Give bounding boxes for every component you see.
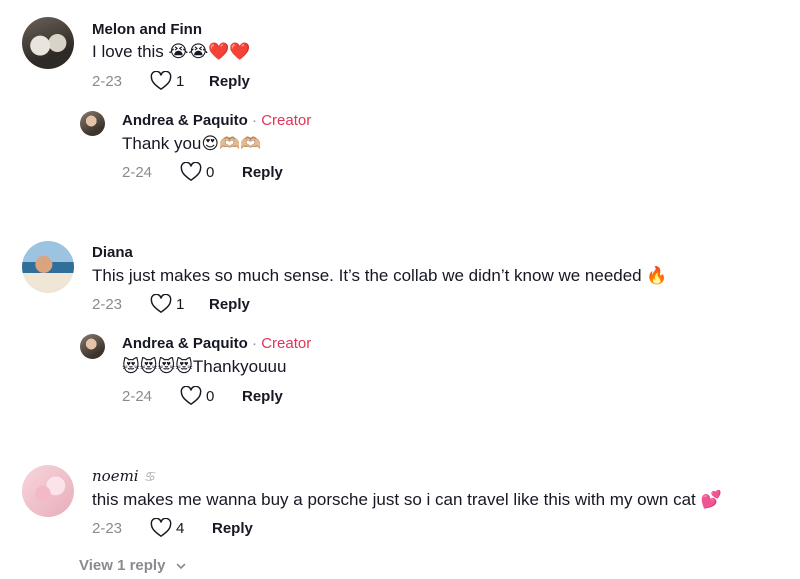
reply-author-name[interactable]: Andrea & Paquito xyxy=(122,112,248,129)
comment-date: 2-23 xyxy=(92,520,123,537)
comment-date: 2-23 xyxy=(92,296,123,313)
heart-outline-icon[interactable] xyxy=(180,386,202,406)
heart-outline-icon[interactable] xyxy=(150,518,172,538)
reply-text: 😻😻😻😻Thankyouuu xyxy=(122,357,287,376)
like-count: 0 xyxy=(206,388,215,405)
comment-author[interactable]: noemi ♋︎ xyxy=(92,467,155,485)
reply-author[interactable]: Andrea & Paquito · Creator xyxy=(122,112,311,129)
creator-badge: Creator xyxy=(261,112,312,129)
view-replies-label[interactable]: View 1 reply xyxy=(79,557,165,574)
reply-date: 2-24 xyxy=(122,388,153,405)
zodiac-symbol: ♋︎ xyxy=(143,470,156,485)
reply-date: 2-24 xyxy=(122,164,153,181)
reply-text: Thank you😍🫶🏼🫶🏼 xyxy=(122,134,262,153)
like-count: 1 xyxy=(176,296,185,313)
like-count: 1 xyxy=(176,73,185,90)
reply-button[interactable]: Reply xyxy=(242,164,283,181)
heart-outline-icon[interactable] xyxy=(150,294,172,314)
comments-list: Melon and Finn I love this 😭😭❤️❤️ 2-23 1… xyxy=(0,0,800,579)
reply-author[interactable]: Andrea & Paquito · Creator xyxy=(122,335,311,352)
comment-author[interactable]: Diana xyxy=(92,244,133,261)
comment-date: 2-23 xyxy=(92,73,123,90)
reply-button[interactable]: Reply xyxy=(212,520,253,537)
like-count: 4 xyxy=(176,520,185,537)
separator: · xyxy=(252,112,258,129)
avatar[interactable] xyxy=(22,465,74,517)
comment-text: this makes me wanna buy a porsche just s… xyxy=(92,490,722,509)
creator-badge: Creator xyxy=(261,335,312,352)
avatar[interactable] xyxy=(80,111,105,136)
comment-author-name[interactable]: noemi xyxy=(92,467,139,485)
reply-author-name[interactable]: Andrea & Paquito xyxy=(122,335,248,352)
avatar[interactable] xyxy=(22,17,74,69)
comment-text: I love this 😭😭❤️❤️ xyxy=(92,42,251,61)
heart-outline-icon[interactable] xyxy=(180,162,202,182)
avatar[interactable] xyxy=(80,334,105,359)
heart-outline-icon[interactable] xyxy=(150,71,172,91)
reply-button[interactable]: Reply xyxy=(209,296,250,313)
separator: · xyxy=(252,335,258,352)
chevron-down-icon[interactable] xyxy=(176,561,186,571)
reply-button[interactable]: Reply xyxy=(209,73,250,90)
comment-author[interactable]: Melon and Finn xyxy=(92,21,202,38)
reply-button[interactable]: Reply xyxy=(242,388,283,405)
avatar[interactable] xyxy=(22,241,74,293)
view-replies-button[interactable]: View 1 reply xyxy=(79,557,186,574)
like-count: 0 xyxy=(206,164,215,181)
comment-text: This just makes so much sense. It’s the … xyxy=(92,266,668,285)
